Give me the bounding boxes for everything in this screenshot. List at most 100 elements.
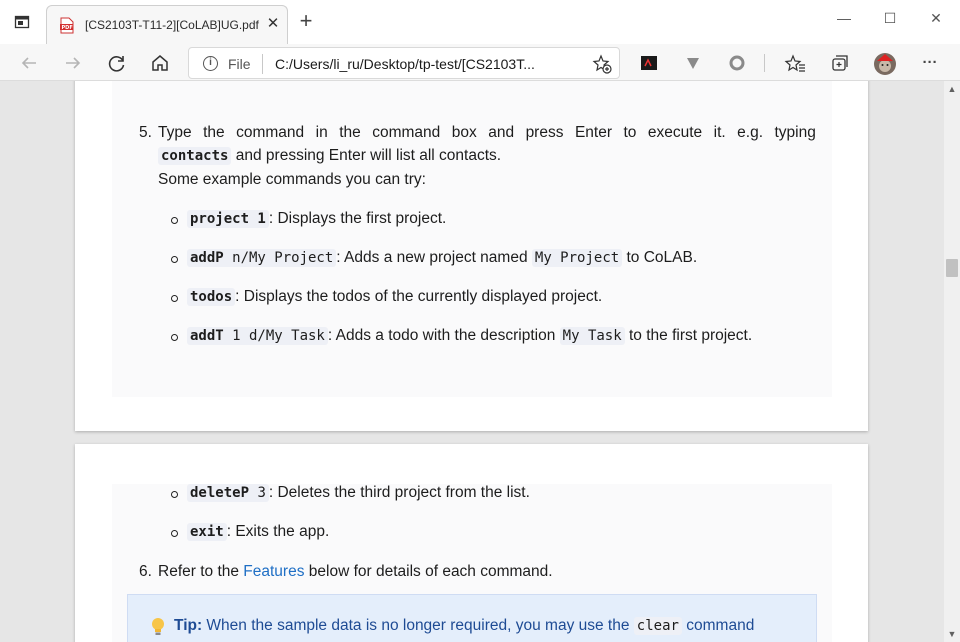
step5-word: execute: [647, 124, 703, 141]
omnibox-divider: [262, 54, 263, 74]
step5-word: command: [236, 124, 305, 141]
address-bar[interactable]: i File C:/Users/li_ru/Desktop/tp-test/[C…: [188, 47, 620, 79]
bullet-icon: [171, 334, 178, 341]
step5-word: command: [372, 124, 441, 141]
close-window-button[interactable]: ✕: [926, 8, 946, 28]
svg-text:PDF: PDF: [62, 25, 73, 31]
url-text[interactable]: C:/Users/li_ru/Desktop/tp-test/[CS2103T.…: [275, 56, 535, 72]
command-name: deleteP: [190, 485, 250, 501]
step-number: 6.: [139, 563, 152, 580]
bullet-icon: [171, 217, 178, 224]
vertical-scrollbar[interactable]: ▲ ▼: [944, 81, 960, 642]
favorites-icon: [784, 54, 805, 72]
more-menu-button[interactable]: ···: [919, 52, 941, 74]
refresh-button[interactable]: [104, 50, 130, 76]
list-item-text: : Exits the app.: [226, 523, 330, 540]
scroll-down-arrow-icon[interactable]: ▼: [944, 626, 960, 642]
bullet-icon: [171, 491, 178, 498]
step5-line2-text: and pressing Enter will list all contact…: [235, 147, 502, 164]
step5-word: the: [203, 124, 225, 141]
step5-word: Enter: [574, 124, 612, 141]
command-name: addT: [190, 328, 224, 344]
command-arg: 3: [249, 485, 266, 501]
lightbulb-icon: [152, 618, 164, 635]
list-item: addT 1 d/My Task: Adds a todo with the d…: [187, 327, 752, 345]
list-item: todos: Displays the todos of the current…: [187, 288, 602, 306]
favorites-button[interactable]: [784, 52, 806, 74]
extension-adobe-icon[interactable]: [638, 52, 660, 74]
bullet-icon: [171, 530, 178, 537]
list-item: addP n/My Project: Adds a new project na…: [187, 249, 697, 267]
step5-word: typing: [774, 124, 816, 141]
tab-pdf[interactable]: PDF [CS2103T-T11-2][CoLAB]UG.pdf ✕: [46, 5, 288, 44]
tab-close-button[interactable]: ✕: [264, 15, 282, 33]
tip-label: Tip:: [174, 617, 203, 634]
inline-code: clear: [633, 617, 682, 635]
features-link[interactable]: Features: [243, 563, 304, 580]
step5-word: Type: [158, 124, 192, 141]
bullet-icon: [171, 295, 178, 302]
forward-button[interactable]: [60, 50, 86, 76]
file-scheme-label: File: [228, 56, 251, 72]
tip-box: Tip: When the sample data is no longer r…: [127, 594, 817, 642]
step5-word: in: [315, 124, 328, 141]
list-item-text: : Displays the first project.: [268, 210, 447, 227]
step5-line2: contacts and pressing Enter will list al…: [158, 147, 501, 165]
add-favorite-icon[interactable]: [592, 54, 612, 74]
step6-text: Refer to the Features below for details …: [158, 563, 553, 581]
minimize-button[interactable]: —: [834, 8, 854, 28]
step5-line3: Some example commands you can try:: [158, 171, 426, 188]
scroll-up-arrow-icon[interactable]: ▲: [944, 81, 960, 97]
home-button[interactable]: [147, 50, 173, 76]
back-arrow-icon: [21, 57, 36, 69]
extension-circle-icon[interactable]: [726, 52, 748, 74]
step5-word: it.: [713, 124, 726, 141]
inline-code: My Project: [531, 249, 623, 267]
list-item: deleteP 3: Deletes the third project fro…: [187, 484, 530, 502]
list-item-text: : Deletes the third project from the lis…: [268, 484, 530, 501]
list-item-text-end: to CoLAB.: [622, 249, 698, 266]
forward-arrow-icon: [66, 57, 81, 69]
step5-word: e.g.: [737, 124, 764, 141]
tip-end: command: [681, 617, 755, 634]
command-code: addT 1 d/My Task: [187, 327, 328, 345]
extension-v-icon[interactable]: [682, 52, 704, 74]
command-arg: n/My Project: [223, 250, 334, 266]
pdf-page: deleteP 3: Deletes the third project fro…: [75, 444, 868, 642]
collections-button[interactable]: [829, 52, 851, 74]
command-arg: 1 d/My Task: [223, 328, 325, 344]
step6-post: below for details of each command.: [304, 563, 553, 580]
step5-word: box: [451, 124, 477, 141]
step5-word: and: [488, 124, 515, 141]
scroll-thumb[interactable]: [946, 259, 958, 277]
inline-code: contacts: [158, 147, 232, 165]
bullet-icon: [171, 256, 178, 263]
step-number: 5.: [139, 124, 152, 141]
list-item-text: : Adds a new project named: [336, 249, 532, 266]
command-code: project 1: [187, 210, 269, 228]
profile-avatar[interactable]: [873, 52, 896, 75]
tip-body: When the sample data is no longer requir…: [202, 617, 634, 634]
list-item: exit: Exits the app.: [187, 523, 329, 541]
command-code: todos: [187, 288, 236, 306]
new-tab-button[interactable]: +: [296, 10, 316, 32]
pdf-icon: PDF: [60, 17, 74, 34]
refresh-icon: [108, 56, 125, 72]
step5-word: the: [339, 124, 361, 141]
maximize-button[interactable]: ☐: [880, 8, 900, 28]
address-toolbar: i File C:/Users/li_ru/Desktop/tp-test/[C…: [0, 44, 960, 81]
back-button[interactable]: [16, 50, 42, 76]
window-menu-icon[interactable]: [14, 14, 30, 30]
step5-line1: Type the command in the command box and press Ent…: [158, 124, 816, 142]
list-item-text: : Adds a todo with the description: [327, 327, 560, 344]
list-item: project 1: Displays the first project.: [187, 210, 446, 228]
tab-title: [CS2103T-T11-2][CoLAB]UG.pdf: [85, 18, 259, 32]
command-code: exit: [187, 523, 227, 541]
home-icon: [152, 55, 168, 71]
tip-text: Tip: When the sample data is no longer r…: [174, 617, 754, 635]
info-icon[interactable]: i: [203, 56, 218, 71]
command-code: deleteP 3: [187, 484, 269, 502]
command-code: addP n/My Project: [187, 249, 337, 267]
collections-icon: [832, 55, 848, 71]
step6-pre: Refer to the: [158, 563, 244, 580]
